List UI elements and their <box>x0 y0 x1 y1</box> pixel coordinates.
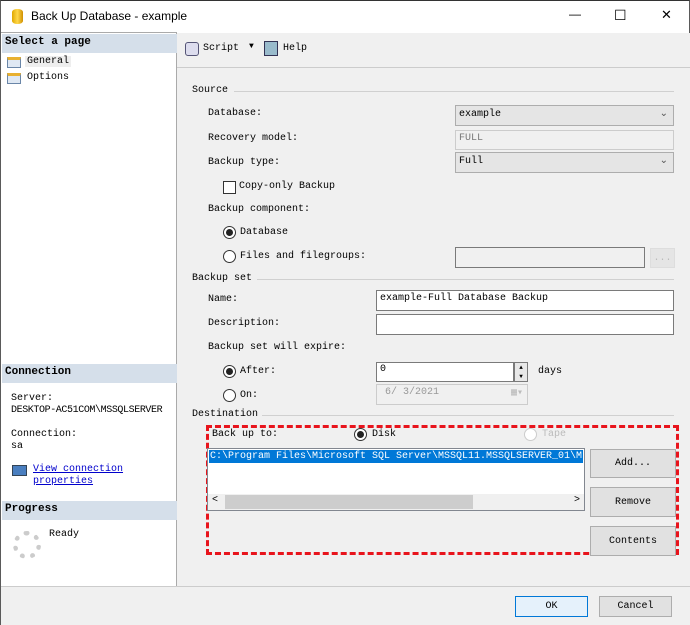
source-section-title: Source <box>192 85 229 96</box>
server-label: Server: <box>11 393 54 404</box>
component-database-label: Database <box>240 227 289 238</box>
calendar-icon: ▦▾ <box>510 388 523 399</box>
progress-spinner-icon <box>13 531 41 559</box>
destination-list[interactable]: C:\Program Files\Microsoft SQL Server\MS… <box>207 448 585 511</box>
after-label: After: <box>240 366 277 377</box>
page-icon <box>7 73 21 84</box>
component-files-label: Files and filegroups: <box>240 251 367 262</box>
copy-only-checkbox[interactable] <box>223 181 236 194</box>
name-input[interactable]: example-Full Database Backup <box>376 290 674 311</box>
expire-on-radio[interactable] <box>223 389 236 402</box>
progress-status: Ready <box>49 529 80 540</box>
days-label: days <box>538 366 563 377</box>
maximize-button[interactable]: ☐ <box>614 7 627 24</box>
ok-button[interactable]: OK <box>515 596 588 617</box>
expire-label: Backup set will expire: <box>208 342 347 353</box>
browse-filegroups-button: ... <box>650 248 675 268</box>
remove-button[interactable]: Remove <box>590 487 676 517</box>
database-value: example <box>459 109 502 120</box>
link-line-2[interactable]: properties <box>33 476 93 487</box>
scroll-right-icon[interactable]: > <box>574 495 580 506</box>
page-icon <box>7 57 21 68</box>
disk-radio[interactable] <box>354 428 367 441</box>
description-input[interactable] <box>376 314 674 335</box>
name-label: Name: <box>208 294 239 305</box>
component-files-radio[interactable] <box>223 250 236 263</box>
scroll-left-icon[interactable]: < <box>212 495 218 506</box>
contents-button[interactable]: Contents <box>590 526 676 556</box>
database-select[interactable]: example ⌄ <box>455 105 674 126</box>
component-database-radio[interactable] <box>223 226 236 239</box>
link-line-1[interactable]: View connection <box>33 464 123 475</box>
scrollbar-thumb[interactable] <box>225 495 473 509</box>
backup-dialog: Back Up Database - example — ☐ ✕ Select … <box>0 0 690 625</box>
progress-header: Progress <box>2 501 177 520</box>
backup-type-value: Full <box>459 156 484 167</box>
script-dropdown-icon[interactable]: ▼ <box>249 42 254 51</box>
expire-date-value: 6/ 3/2021 <box>385 387 440 398</box>
copy-only-label: Copy-only Backup <box>239 181 336 192</box>
days-stepper[interactable]: ▲ ▼ <box>514 362 528 382</box>
help-button[interactable]: Help <box>283 43 307 54</box>
connection-label: Connection: <box>11 429 78 440</box>
tape-label: Tape <box>542 429 567 440</box>
connection-value: sa <box>11 441 24 452</box>
sidebar-item-general[interactable]: General <box>25 56 72 67</box>
connection-header: Connection <box>2 364 177 383</box>
help-icon <box>264 41 278 56</box>
destination-section-title: Destination <box>192 409 259 420</box>
after-days-input[interactable]: 0 <box>376 362 514 382</box>
script-icon <box>185 42 199 56</box>
sidebar-item-options[interactable]: Options <box>27 72 69 83</box>
backup-to-label: Back up to: <box>212 429 279 440</box>
view-connection-link[interactable]: View connection properties <box>33 464 123 488</box>
filegroups-field <box>455 247 645 268</box>
backup-set-section-title: Backup set <box>192 273 253 284</box>
close-button[interactable]: ✕ <box>661 7 672 23</box>
divider <box>257 279 674 280</box>
divider <box>262 415 674 416</box>
database-icon <box>12 9 23 24</box>
chevron-down-icon: ⌄ <box>659 108 668 119</box>
minimize-button[interactable]: — <box>569 7 581 21</box>
script-button[interactable]: Script <box>203 43 239 54</box>
recovery-model-field: FULL <box>455 130 674 150</box>
divider <box>234 91 674 92</box>
server-value: DESKTOP-AC51COM\MSSQLSERVER <box>11 405 163 416</box>
on-label: On: <box>240 390 259 401</box>
window-title: Back Up Database - example <box>31 9 188 23</box>
cancel-button[interactable]: Cancel <box>599 596 672 617</box>
description-label: Description: <box>208 318 281 329</box>
backup-component-label: Backup component: <box>208 204 311 215</box>
tape-radio <box>524 428 537 441</box>
backup-type-select[interactable]: Full ⌄ <box>455 152 674 173</box>
chevron-down-icon: ⌄ <box>659 155 668 166</box>
backup-type-label: Backup type: <box>208 157 281 168</box>
expire-after-radio[interactable] <box>223 365 236 378</box>
database-label: Database: <box>208 108 263 119</box>
disk-label: Disk <box>372 429 397 440</box>
add-button[interactable]: Add... <box>590 449 676 478</box>
destination-path-item[interactable]: C:\Program Files\Microsoft SQL Server\MS… <box>209 450 583 463</box>
recovery-model-label: Recovery model: <box>208 133 299 144</box>
connection-properties-icon <box>12 465 27 476</box>
select-page-header: Select a page <box>2 34 177 53</box>
horizontal-scrollbar[interactable]: < > <box>208 494 584 510</box>
expire-date-picker: 6/ 3/2021 ▦▾ <box>376 384 528 405</box>
